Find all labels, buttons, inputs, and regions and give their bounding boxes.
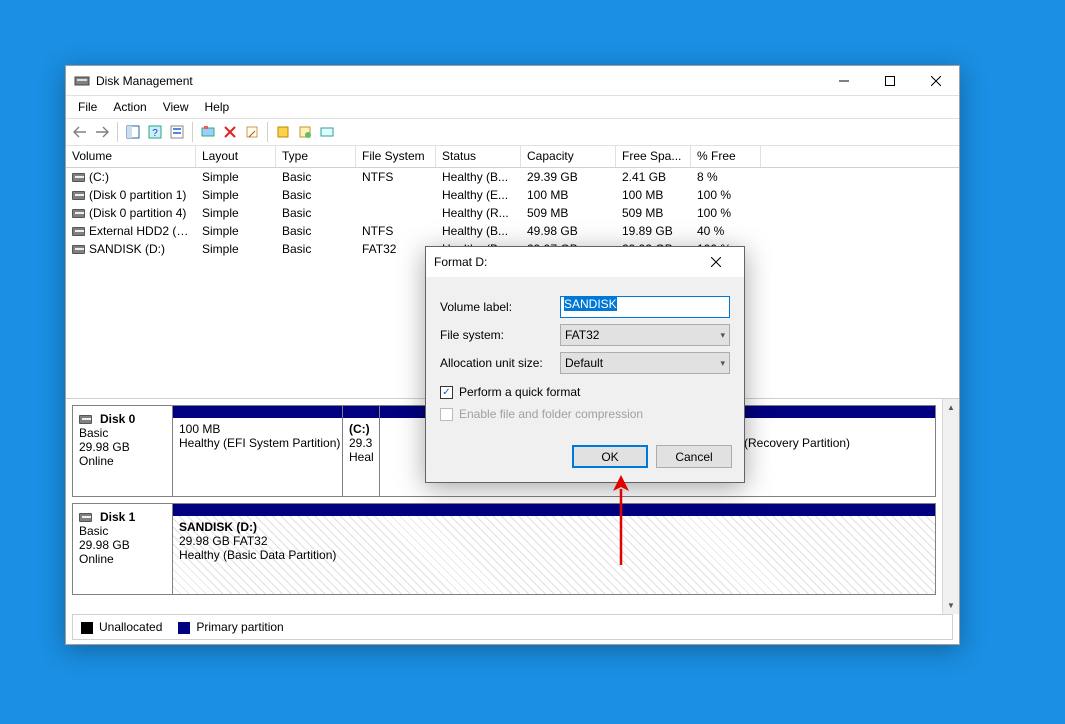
volume-label-input[interactable]: SANDISK	[560, 296, 730, 318]
part-name: SANDISK (D:)	[179, 520, 257, 534]
dialog-title: Format D:	[434, 255, 696, 269]
partition[interactable]: 100 MB Healthy (EFI System Partition)	[173, 406, 343, 496]
window-title: Disk Management	[96, 74, 821, 88]
swatch-primary	[178, 622, 190, 634]
legend-label: Primary partition	[196, 620, 283, 634]
part-name: (C:)	[349, 422, 370, 436]
part-desc: Heal	[349, 450, 373, 464]
col-volume[interactable]: Volume	[66, 146, 196, 167]
label-volume: Volume label:	[440, 300, 560, 314]
partition[interactable]: (C:) 29.3 Heal	[343, 406, 380, 496]
scroll-down-icon[interactable]: ▼	[943, 597, 960, 614]
menu-file[interactable]: File	[70, 98, 105, 116]
dialog-close-button[interactable]	[696, 247, 736, 277]
col-pctfree[interactable]: % Free	[691, 146, 761, 167]
menu-view[interactable]: View	[155, 98, 197, 116]
titlebar: Disk Management	[66, 66, 959, 96]
settings-icon[interactable]	[167, 122, 187, 142]
svg-text:?: ?	[152, 128, 158, 139]
checkbox-label: Enable file and folder compression	[459, 407, 643, 421]
annotation-arrow	[609, 475, 633, 568]
checkbox-icon: ✓	[440, 386, 453, 399]
col-capacity[interactable]: Capacity	[521, 146, 616, 167]
menu-action[interactable]: Action	[105, 98, 154, 116]
col-status[interactable]: Status	[436, 146, 521, 167]
dialog-titlebar: Format D:	[426, 247, 744, 277]
table-row[interactable]: (C:)SimpleBasicNTFSHealthy (B...29.39 GB…	[66, 168, 959, 186]
swatch-unallocated	[81, 622, 93, 634]
ok-button[interactable]: OK	[572, 445, 648, 468]
chevron-down-icon: ▾	[720, 358, 725, 369]
show-hide-button[interactable]	[123, 122, 143, 142]
disk-type: Basic	[79, 524, 166, 538]
disk-status: Online	[79, 552, 166, 566]
allocation-unit-select[interactable]: Default▾	[560, 352, 730, 374]
drive-icon	[72, 245, 85, 254]
chevron-down-icon: ▾	[720, 330, 725, 341]
help-icon[interactable]: ?	[145, 122, 165, 142]
volume-header: Volume Layout Type File System Status Ca…	[66, 146, 959, 168]
app-icon	[74, 73, 90, 89]
checkbox-label: Perform a quick format	[459, 385, 580, 399]
part-desc: Healthy (Basic Data Partition)	[179, 548, 929, 562]
col-type[interactable]: Type	[276, 146, 356, 167]
forward-button[interactable]	[92, 122, 112, 142]
disk-row: Disk 1 Basic 29.98 GB Online SANDISK (D:…	[72, 503, 936, 595]
maximize-button[interactable]	[867, 66, 913, 96]
menubar: File Action View Help	[66, 96, 959, 118]
drive-icon	[72, 173, 85, 182]
table-row[interactable]: External HDD2 (E:)SimpleBasicNTFSHealthy…	[66, 222, 959, 240]
disk-type: Basic	[79, 426, 166, 440]
col-layout[interactable]: Layout	[196, 146, 276, 167]
label-aus: Allocation unit size:	[440, 356, 560, 370]
properties-icon[interactable]	[242, 122, 262, 142]
refresh-icon[interactable]	[198, 122, 218, 142]
menu-help[interactable]: Help	[197, 98, 238, 116]
part-size: 29.3	[349, 436, 373, 450]
filesystem-select[interactable]: FAT32▾	[560, 324, 730, 346]
col-filesystem[interactable]: File System	[356, 146, 436, 167]
table-row[interactable]: (Disk 0 partition 4)SimpleBasicHealthy (…	[66, 204, 959, 222]
drive-icon	[72, 227, 85, 236]
scroll-up-icon[interactable]: ▲	[943, 399, 960, 416]
format-dialog: Format D: Volume label: SANDISK File sys…	[425, 246, 745, 483]
disk-size: 29.98 GB	[79, 538, 166, 552]
partition[interactable]: SANDISK (D:) 29.98 GB FAT32 Healthy (Bas…	[173, 504, 935, 594]
drive-icon	[72, 191, 85, 200]
action1-icon[interactable]	[273, 122, 293, 142]
minimize-button[interactable]	[821, 66, 867, 96]
compression-checkbox: Enable file and folder compression	[440, 407, 730, 421]
part-desc: Healthy (EFI System Partition)	[179, 436, 336, 450]
disk-label: Disk 0 Basic 29.98 GB Online	[73, 406, 173, 496]
disk-label: Disk 1 Basic 29.98 GB Online	[73, 504, 173, 594]
disk-size: 29.98 GB	[79, 440, 166, 454]
drive-icon	[72, 209, 85, 218]
label-filesystem: File system:	[440, 328, 560, 342]
legend: Unallocated Primary partition	[72, 614, 953, 640]
disk-status: Online	[79, 454, 166, 468]
disk-name: Disk 1	[100, 510, 135, 524]
action3-icon[interactable]	[317, 122, 337, 142]
vertical-scrollbar[interactable]: ▲ ▼	[942, 399, 959, 614]
checkbox-icon	[440, 408, 453, 421]
table-row[interactable]: (Disk 0 partition 1)SimpleBasicHealthy (…	[66, 186, 959, 204]
toolbar: ?	[66, 118, 959, 146]
disk-icon	[79, 415, 92, 424]
disk-name: Disk 0	[100, 412, 135, 426]
part-size: 100 MB	[179, 422, 336, 436]
action2-icon[interactable]	[295, 122, 315, 142]
col-free[interactable]: Free Spa...	[616, 146, 691, 167]
delete-icon[interactable]	[220, 122, 240, 142]
disk-icon	[79, 513, 92, 522]
part-size: 29.98 GB FAT32	[179, 534, 929, 548]
quick-format-checkbox[interactable]: ✓ Perform a quick format	[440, 385, 730, 399]
cancel-button[interactable]: Cancel	[656, 445, 732, 468]
back-button[interactable]	[70, 122, 90, 142]
close-button[interactable]	[913, 66, 959, 96]
legend-label: Unallocated	[99, 620, 162, 634]
